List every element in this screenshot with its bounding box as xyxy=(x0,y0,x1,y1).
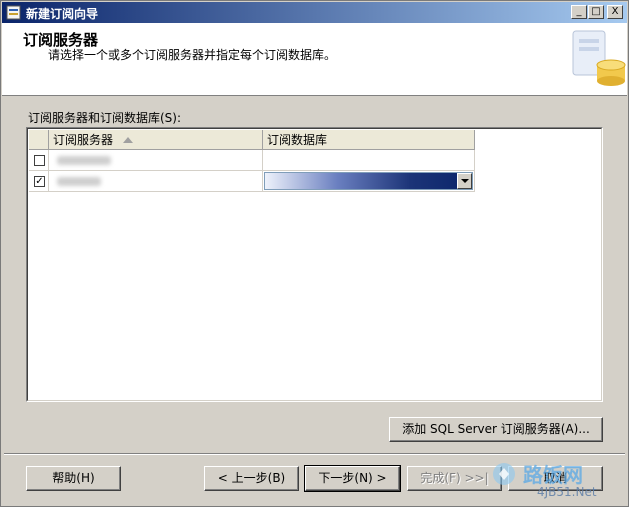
table-row[interactable]: ✓ xyxy=(29,171,475,192)
subscriber-grid[interactable]: 订阅服务器 订阅数据库 ✓ xyxy=(26,127,603,402)
database-wizard-graphic xyxy=(572,30,626,86)
table-cell-server[interactable] xyxy=(49,171,263,192)
database-dropdown[interactable] xyxy=(264,172,473,190)
wizard-window: 新建订阅向导 _ □ X 订阅服务器 请选择一个或多个订阅服务器并指定每个订阅数… xyxy=(0,0,629,507)
column-header-server[interactable]: 订阅服务器 xyxy=(49,130,263,150)
redacted-server-name xyxy=(57,177,101,186)
column-header-database[interactable]: 订阅数据库 xyxy=(263,130,475,150)
table-row[interactable] xyxy=(29,150,475,171)
table-cell-server[interactable] xyxy=(49,150,263,171)
page-subtitle: 请选择一个或多个订阅服务器并指定每个订阅数据库。 xyxy=(48,48,337,62)
column-header-check xyxy=(29,130,49,150)
add-sql-server-subscriber-button[interactable]: 添加 SQL Server 订阅服务器(A)... xyxy=(389,417,603,442)
table-cell-check: ✓ xyxy=(29,171,49,192)
wizard-app-icon xyxy=(6,5,21,20)
minimize-button[interactable]: _ xyxy=(571,5,587,19)
subscriber-checkbox[interactable] xyxy=(34,155,45,166)
cancel-button[interactable]: 取消 xyxy=(508,466,603,491)
subscriber-checkbox[interactable]: ✓ xyxy=(34,176,45,187)
grid-label: 订阅服务器和订阅数据库(S): xyxy=(28,111,182,125)
window-title: 新建订阅向导 xyxy=(26,7,99,21)
dropdown-arrow-icon[interactable] xyxy=(457,173,472,189)
sort-ascending-icon xyxy=(123,137,133,143)
table-cell-database[interactable] xyxy=(263,150,475,171)
next-button[interactable]: 下一步(N) > xyxy=(304,465,401,492)
title-bar[interactable]: 新建订阅向导 _ □ X xyxy=(2,2,627,23)
maximize-button[interactable]: □ xyxy=(588,5,604,19)
wizard-header: 订阅服务器 请选择一个或多个订阅服务器并指定每个订阅数据库。 xyxy=(2,23,627,96)
finish-button[interactable]: 完成(F) >>| xyxy=(407,466,502,491)
back-button[interactable]: < 上一步(B) xyxy=(204,466,299,491)
close-button[interactable]: X xyxy=(607,5,623,19)
table-cell-check xyxy=(29,150,49,171)
footer-separator xyxy=(4,453,625,455)
redacted-server-name xyxy=(57,156,111,165)
table-cell-database[interactable] xyxy=(263,171,475,192)
help-button[interactable]: 帮助(H) xyxy=(26,466,121,491)
